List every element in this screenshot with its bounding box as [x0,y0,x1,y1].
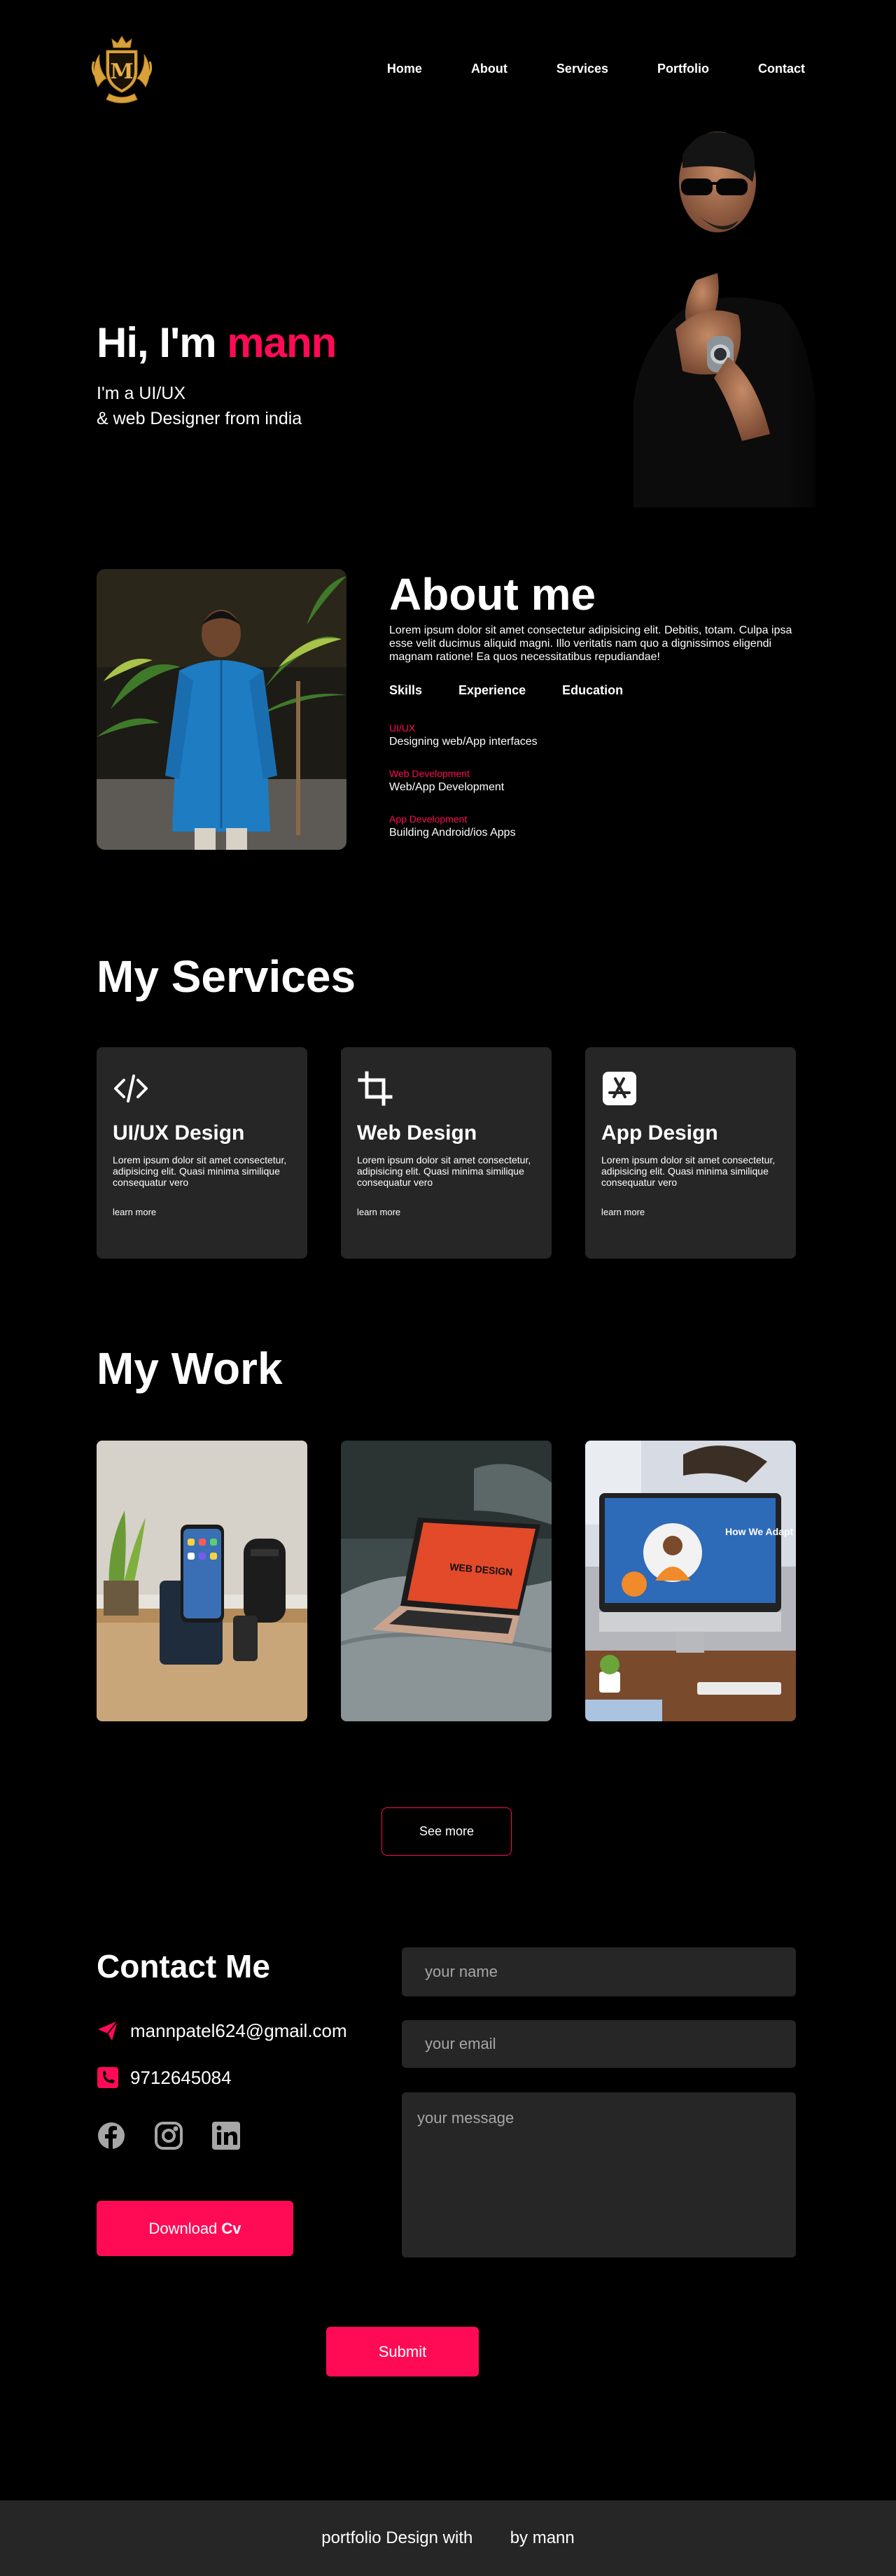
download-label-bold: Cv [221,2219,241,2237]
about-title: About me [389,569,596,620]
instagram-icon[interactable] [154,2121,183,2150]
hero-greeting: Hi, I'm [97,319,227,366]
service-description: Lorem ipsum dolor sit amet consectetur, … [601,1154,776,1188]
nav-services-link[interactable]: Services [556,62,608,76]
learn-more-link[interactable]: learn more [113,1207,156,1217]
logo-letter: M [110,59,133,84]
service-card-web: Web Design Lorem ipsum dolor sit amet co… [341,1047,552,1259]
learn-more-link[interactable]: learn more [601,1207,645,1217]
about-text: Lorem ipsum dolor sit amet consectetur a… [389,624,792,663]
footer-text-after: by mann [510,2528,575,2547]
nav-links: Home About Services Portfolio Contact [387,62,805,76]
facebook-icon[interactable] [97,2121,126,2150]
skill-category: Web Development [389,768,470,779]
code-icon [113,1070,149,1107]
tab-education[interactable]: Education [562,683,623,698]
skill-category: UI/UX [389,722,416,734]
skill-description: Web/App Development [389,781,505,793]
footer-credit: portfolio Design with by mann [0,2528,896,2548]
phone-icon [97,2066,119,2089]
crop-icon [357,1070,393,1107]
skill-description: Designing web/App interfaces [389,736,538,748]
submit-button[interactable]: Submit [326,2327,479,2376]
see-more-button[interactable]: See more [382,1807,512,1856]
nav-about-link[interactable]: About [471,62,507,76]
hero-portrait-image [550,105,844,507]
tab-experience[interactable]: Experience [458,683,526,698]
nav-contact-link[interactable]: Contact [758,62,805,76]
hero-subtitle-line1: I'm a UI/UX [97,384,186,403]
logo-crest-icon[interactable]: M [85,34,158,105]
contact-phone-text[interactable]: 9712645084 [130,2067,232,2089]
footer: portfolio Design with by mann [0,2500,896,2576]
service-title: App Design [601,1121,718,1144]
hero-title: Hi, I'm mann [97,318,337,367]
about-photo [97,569,346,850]
service-title: Web Design [357,1121,477,1144]
learn-more-link[interactable]: learn more [357,1207,400,1217]
hero-name: mann [227,319,337,366]
message-field[interactable] [402,2092,796,2258]
monitor-screen-text: How We Adapt [725,1526,794,1537]
about-tabs: Skills Experience Education [389,683,659,698]
service-card-uiux: UI/UX Design Lorem ipsum dolor sit amet … [97,1047,307,1259]
tab-skills[interactable]: Skills [389,683,422,698]
linkedin-icon[interactable] [211,2121,241,2150]
nav-home-link[interactable]: Home [387,62,422,76]
hero-subtitle: I'm a UI/UX & web Designer from india [97,381,302,431]
download-label: Download [148,2219,218,2237]
email-field[interactable] [402,2020,796,2068]
contact-phone: 9712645084 [97,2066,232,2089]
social-links [97,2121,241,2150]
work-image-desktop[interactable]: How We Adapt [585,1441,796,1721]
hero-subtitle-line2: & web Designer from india [97,409,302,428]
nav-portfolio-link[interactable]: Portfolio [657,62,709,76]
services-title: My Services [97,951,356,1002]
work-title: My Work [97,1343,283,1394]
download-cv-button[interactable]: Download Cv [97,2201,293,2256]
service-title: UI/UX Design [113,1121,245,1144]
paper-plane-icon [97,2019,119,2042]
skill-item: Web Development Web/App Development [389,768,504,794]
contact-email: mannpatel624@gmail.com [97,2019,347,2042]
skill-description: Building Android/ios Apps [389,827,516,839]
service-card-app: App Design Lorem ipsum dolor sit amet co… [585,1047,796,1259]
skill-item: UI/UX Designing web/App interfaces [389,722,538,748]
footer-text-before: portfolio Design with [321,2528,473,2547]
work-image-laptop[interactable]: WEB DESIGN [341,1441,552,1721]
contact-email-text[interactable]: mannpatel624@gmail.com [130,2020,347,2042]
skill-item: App Development Building Android/ios App… [389,813,516,839]
service-description: Lorem ipsum dolor sit amet consectetur, … [113,1154,287,1188]
contact-title: Contact Me [97,1948,270,1984]
service-description: Lorem ipsum dolor sit amet consectetur, … [357,1154,531,1188]
skill-category: App Development [389,813,468,825]
work-image-phone[interactable] [97,1441,307,1721]
name-field[interactable] [402,1947,796,1996]
app-store-icon [601,1070,638,1107]
